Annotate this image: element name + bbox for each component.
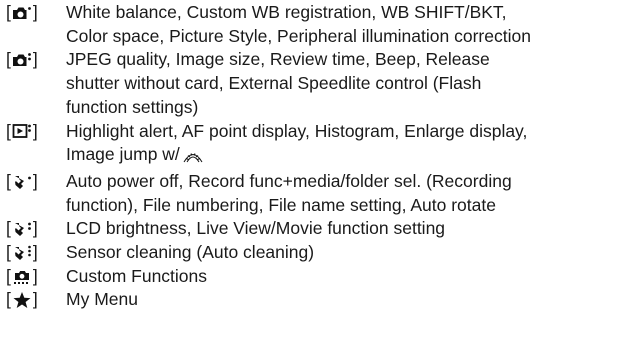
list-item: [ ] Custom Functions [6,265,636,289]
close-bracket: ] [32,49,38,70]
entry-text: Auto power off, Record func+media/folder… [66,170,512,215]
list-item: [ ] Auto power off, Record func+media/fo… [6,170,636,217]
tab-marker: [ ] [6,120,66,144]
tab-marker: [ ] [6,217,66,241]
close-bracket: ] [32,218,38,239]
close-bracket: ] [32,2,38,22]
entry-text: Custom Functions [66,265,208,286]
entry-text: Highlight alert, AF point display, Histo… [66,120,636,170]
list-item: [ ] Sensor cleaning (Auto cleaning) [6,241,636,265]
tab-marker: [ ] [6,265,66,289]
list-item: [ ] Highlight alert, AF point display, H… [6,120,636,170]
close-bracket: ] [32,289,38,310]
entry-text: White balance, Custom WB registration, W… [66,2,531,46]
entry-text: My Menu [66,289,138,310]
main-dial-icon [182,146,204,170]
entry-text: Sensor cleaning (Auto cleaning) [66,242,315,263]
entry-text-body: Highlight alert, AF point display, Histo… [66,120,528,165]
tab-marker: [ ] [6,241,66,265]
setup-2-icon [11,219,33,239]
tab-marker: [ ] [6,288,66,312]
list-item: [ ] JPEG quality, Image size, Review tim… [6,48,636,119]
entry-text: LCD brightness, Live View/Movie function… [66,218,446,239]
custom-functions-icon [11,267,33,287]
setup-1-icon [11,172,33,192]
star-icon [11,290,33,310]
camera-shooting-1-icon [11,3,33,23]
close-bracket: ] [32,265,38,286]
tab-marker: [ ] [6,170,66,194]
entry-text: JPEG quality, Image size, Review time, B… [66,49,490,117]
tab-marker: [ ] [6,48,66,72]
list-item: [ ] My Menu [6,288,636,312]
setup-3-icon [11,243,33,263]
menu-tab-list: [ ] White balance, Custom WB registratio… [6,1,636,312]
close-bracket: ] [32,120,38,141]
playback-2-icon [11,121,33,141]
close-bracket: ] [32,242,38,263]
close-bracket: ] [32,170,38,191]
list-item: [ ] White balance, Custom WB registratio… [6,1,636,48]
list-item: [ ] LCD brightness, Live View/Movie func… [6,217,636,241]
camera-shooting-2-icon [11,50,33,70]
tab-marker: [ ] [6,1,66,25]
